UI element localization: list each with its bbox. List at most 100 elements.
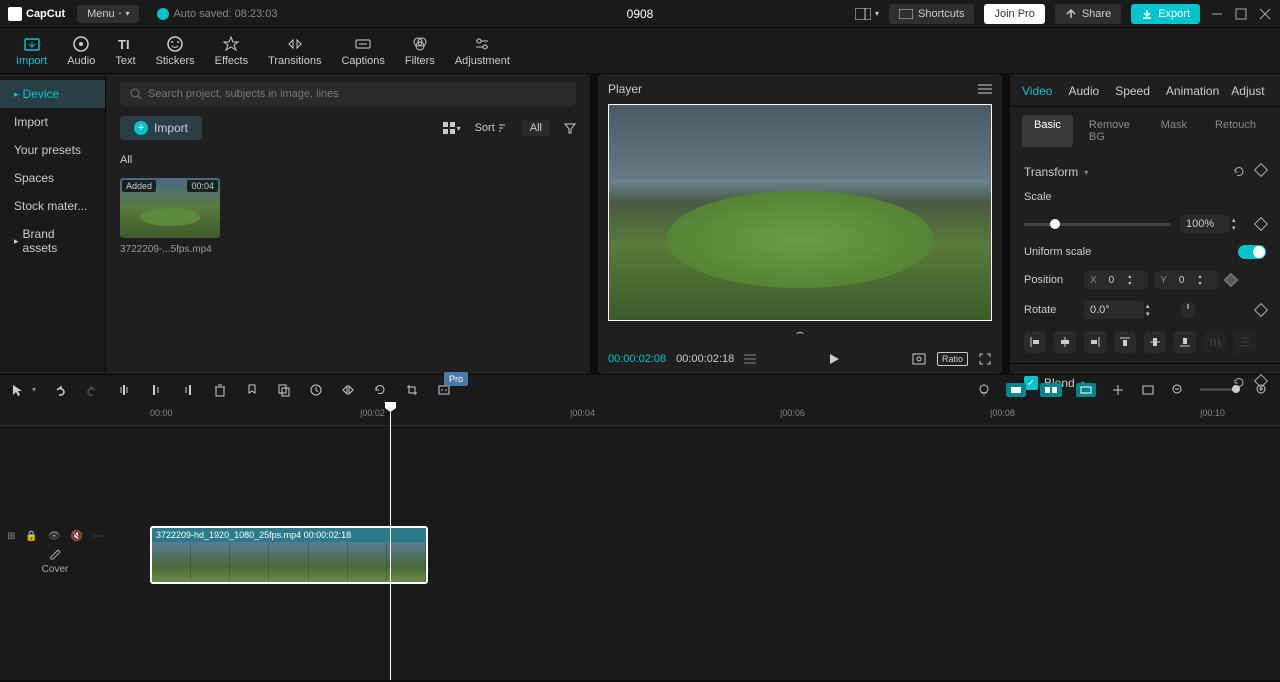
track-lock-icon[interactable]: 🔒 (25, 531, 37, 542)
preview-mode[interactable] (1140, 382, 1156, 398)
video-clip[interactable]: 3722209-hd_1920_1080_25fps.mp4 00:00:02:… (150, 526, 428, 584)
rotate-dial[interactable] (1180, 302, 1196, 318)
zoom-slider[interactable] (1200, 388, 1240, 391)
sidebar-item-device[interactable]: ▸Device (0, 80, 105, 108)
ai-button[interactable]: Pro (436, 382, 452, 398)
marker-button[interactable] (244, 382, 260, 398)
tool-transitions[interactable]: Transitions (258, 31, 331, 71)
playhead[interactable] (390, 404, 391, 680)
zoom-out[interactable] (1170, 382, 1186, 398)
keyframe-icon[interactable] (1254, 303, 1268, 317)
position-x-input[interactable]: X0▴▾ (1084, 271, 1148, 289)
player-menu-icon[interactable] (978, 83, 992, 95)
chevron-down-icon[interactable]: ▾ (32, 385, 36, 394)
align-center-h-button[interactable] (1054, 331, 1076, 353)
sidebar-item-presets[interactable]: Your presets (0, 136, 105, 164)
scan-icon[interactable] (911, 352, 927, 366)
media-item[interactable]: Added 00:04 3722209-...5fps.mp4 (120, 178, 220, 255)
timeline-tracks[interactable]: 3722209-hd_1920_1080_25fps.mp4 00:00:02:… (110, 426, 1280, 680)
close-button[interactable] (1258, 7, 1272, 21)
selection-tool[interactable] (10, 382, 26, 398)
tool-captions[interactable]: Captions (331, 31, 394, 71)
copy-button[interactable] (276, 382, 292, 398)
export-button[interactable]: Export (1131, 4, 1200, 24)
record-button[interactable] (976, 382, 992, 398)
maximize-button[interactable] (1234, 7, 1248, 21)
split-button[interactable] (116, 382, 132, 398)
subtab-mask[interactable]: Mask (1149, 115, 1199, 147)
crop-button[interactable] (404, 382, 420, 398)
props-tab-speed[interactable]: Speed (1115, 84, 1150, 98)
video-preview[interactable] (608, 104, 992, 321)
main-track-magnet[interactable] (1006, 383, 1026, 397)
tool-audio[interactable]: Audio (57, 31, 105, 71)
sidebar-item-import[interactable]: Import (0, 108, 105, 136)
play-button[interactable] (827, 352, 841, 366)
mirror-button[interactable] (340, 382, 356, 398)
align-left-button[interactable] (1024, 331, 1046, 353)
reverse-button[interactable] (308, 382, 324, 398)
project-name[interactable]: 0908 (627, 7, 654, 21)
filter-button[interactable] (564, 122, 576, 134)
cover-button[interactable]: Cover (42, 548, 69, 575)
chevron-down-icon[interactable]: ▾ (1084, 168, 1088, 177)
subtab-retouch[interactable]: Retouch (1203, 115, 1268, 147)
align-right-button[interactable] (1084, 331, 1106, 353)
tool-text[interactable]: TI Text (105, 31, 145, 71)
search-input[interactable]: Search project, subjects in image, lines (120, 82, 576, 106)
reset-icon[interactable] (1232, 165, 1246, 179)
linkage[interactable] (1076, 383, 1096, 397)
scale-slider[interactable] (1024, 223, 1170, 226)
props-tab-audio[interactable]: Audio (1068, 84, 1099, 98)
preview-axis[interactable] (1110, 382, 1126, 398)
slider-thumb[interactable] (1050, 219, 1060, 229)
tool-adjustment[interactable]: Adjustment (445, 31, 520, 71)
props-tab-video[interactable]: Video (1022, 84, 1052, 98)
scale-input[interactable]: 100% (1180, 215, 1230, 233)
scale-spinner[interactable]: ▴▾ (1232, 216, 1246, 232)
track-collapse-icon[interactable]: ⊞ (7, 531, 15, 542)
props-tab-animation[interactable]: Animation (1166, 84, 1219, 98)
track-visibility-icon[interactable]: 👁 (48, 531, 61, 542)
undo-button[interactable] (52, 382, 68, 398)
media-tab-all[interactable]: All (120, 150, 576, 170)
pos-y-spinner[interactable]: ▴▾ (1198, 273, 1212, 287)
rotate-input[interactable]: 0.0° (1084, 301, 1144, 319)
uniform-scale-toggle[interactable] (1238, 245, 1266, 259)
track-mute-icon[interactable]: 🔇 (71, 531, 83, 542)
tool-filters[interactable]: Filters (395, 31, 445, 71)
share-button[interactable]: Share (1055, 4, 1121, 24)
subtab-removebg[interactable]: Remove BG (1077, 115, 1145, 147)
timeline-ruler[interactable]: 00:00 |00:02 |00:04 |00:06 |00:08 |00:10 (0, 404, 1280, 426)
track-more-icon[interactable]: ⋯ (93, 531, 103, 542)
sidebar-item-brand[interactable]: ▸Brand assets (0, 220, 105, 262)
pos-x-spinner[interactable]: ▴▾ (1128, 273, 1142, 287)
position-y-input[interactable]: Y0▴▾ (1154, 271, 1218, 289)
sidebar-item-spaces[interactable]: Spaces (0, 164, 105, 192)
align-center-v-button[interactable] (1144, 331, 1166, 353)
all-filter-button[interactable]: All (522, 120, 550, 136)
list-icon[interactable] (744, 353, 756, 365)
sidebar-item-stock[interactable]: Stock mater... (0, 192, 105, 220)
join-pro-button[interactable]: Join Pro (984, 4, 1044, 24)
minimize-button[interactable] (1210, 7, 1224, 21)
tool-effects[interactable]: Effects (205, 31, 258, 71)
grid-view-button[interactable]: ▾ (443, 122, 461, 134)
align-bottom-button[interactable] (1174, 331, 1196, 353)
delete-left-button[interactable] (148, 382, 164, 398)
ratio-button[interactable]: Ratio (937, 352, 968, 366)
import-button[interactable]: + Import (120, 116, 202, 140)
tool-import[interactable]: Import (6, 31, 57, 71)
layout-button[interactable]: ▾ (855, 8, 879, 20)
keyframe-icon[interactable] (1254, 163, 1268, 177)
auto-snap[interactable] (1040, 383, 1062, 397)
rotate-button[interactable] (372, 382, 388, 398)
align-top-button[interactable] (1114, 331, 1136, 353)
keyframe-icon[interactable] (1224, 273, 1238, 287)
tool-stickers[interactable]: Stickers (146, 31, 205, 71)
preview-handle-icon[interactable]: ⌢ (608, 325, 992, 340)
delete-right-button[interactable] (180, 382, 196, 398)
keyframe-icon[interactable] (1254, 217, 1268, 231)
rotate-spinner[interactable]: ▴▾ (1146, 302, 1160, 318)
fullscreen-icon[interactable] (978, 352, 992, 366)
